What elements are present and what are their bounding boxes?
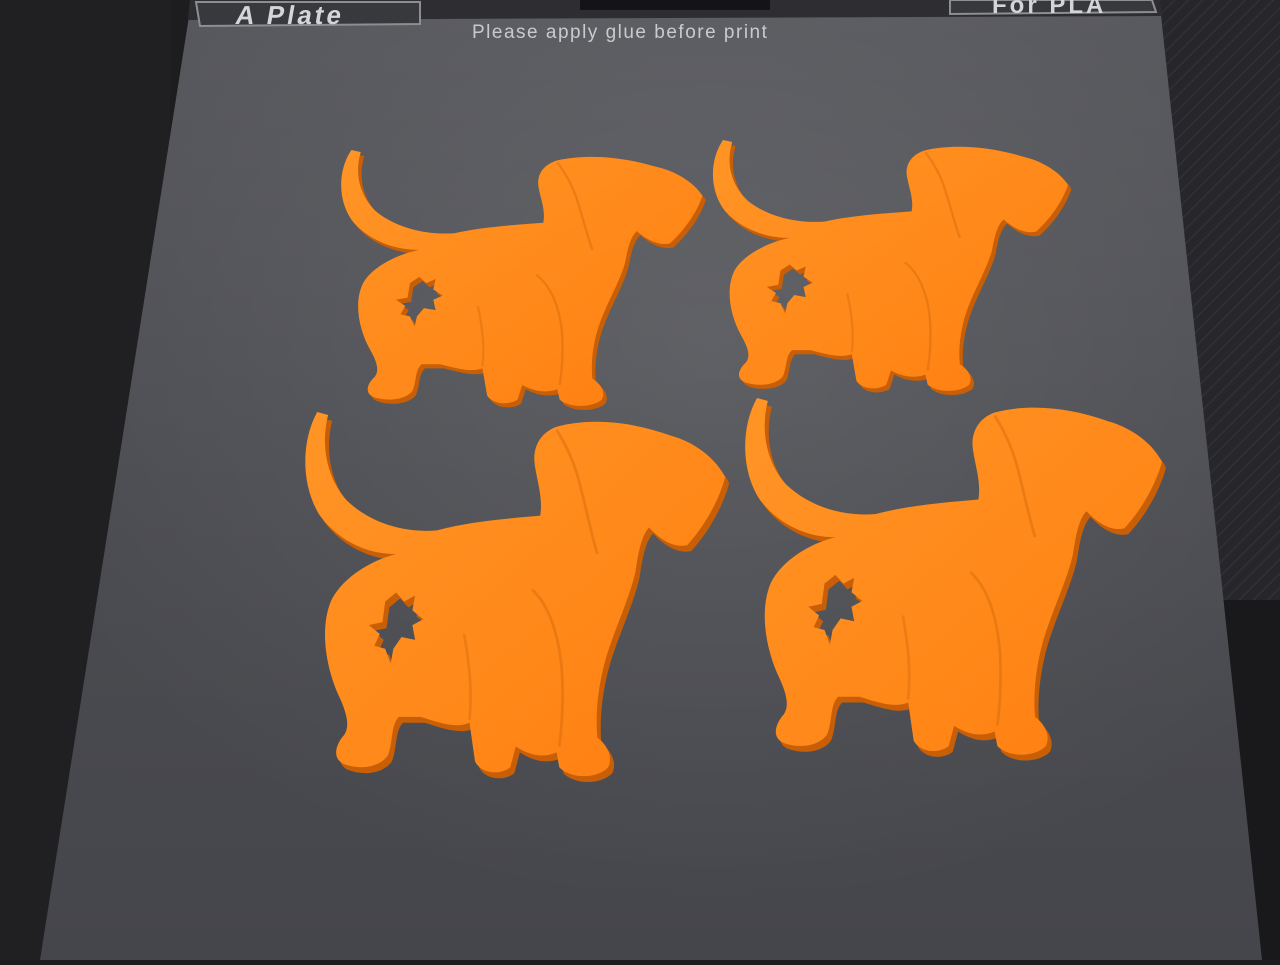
plate-material-label: For PLA	[992, 0, 1107, 19]
photo-canvas	[0, 0, 1280, 960]
glue-notice-text: Please apply glue before print	[472, 22, 769, 43]
print-bed-photo: A Plate For PLA Please apply glue before…	[0, 0, 1280, 960]
plate-name-label: A Plate	[233, 0, 347, 30]
